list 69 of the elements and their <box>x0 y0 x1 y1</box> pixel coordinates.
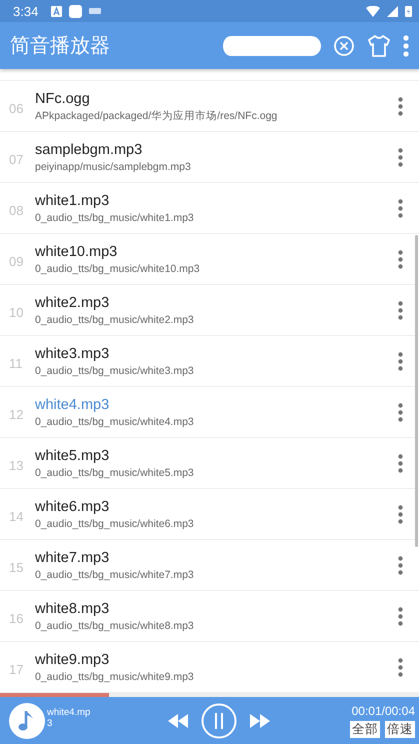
track-title[interactable]: white9.mp3 <box>35 650 398 670</box>
more-icon[interactable] <box>398 352 403 370</box>
status-time: 3:34 <box>13 4 38 18</box>
track-path: 0_audio_tts/bg_music/white10.mp3 <box>35 262 201 276</box>
more-icon[interactable] <box>403 34 409 56</box>
track-number: 07 <box>9 150 24 166</box>
app-title: 简音播放器 <box>10 34 111 59</box>
track-path: 0_audio_tts/bg_music/white6.mp3 <box>35 516 195 530</box>
track-title[interactable]: white4.mp3 <box>35 396 398 414</box>
player-button[interactable]: 全部 <box>350 720 380 738</box>
track-title[interactable]: samplebgm.mp3 <box>35 140 398 160</box>
track-number: 09 <box>9 252 24 268</box>
notification-icon <box>69 4 82 18</box>
track-path: 0_audio_tts/bg_music/white4.mp3 <box>35 414 195 428</box>
track-title[interactable]: white1.mp3 <box>35 192 398 210</box>
track-number: 11 <box>9 354 24 370</box>
wifi-icon <box>366 6 380 16</box>
more-icon[interactable] <box>398 556 403 574</box>
shirt-icon[interactable] <box>367 34 391 58</box>
track-number: 08 <box>9 202 24 218</box>
track-path: 0_audio_tts/bg_music/white7.mp3 <box>35 568 195 582</box>
more-icon[interactable] <box>398 504 403 524</box>
track-path: 0_audio_tts/bg_music/white5.mp3 <box>35 466 195 480</box>
track-number: 13 <box>9 456 24 472</box>
track-path: 0_audio_tts/bg_music/white3.mp3 <box>35 364 195 378</box>
pause-icon[interactable] <box>201 702 237 738</box>
player-button[interactable]: 倍速 <box>385 720 415 738</box>
track-number: 16 <box>9 610 24 626</box>
progress-track[interactable] <box>0 693 419 697</box>
more-icon[interactable] <box>398 250 403 268</box>
track-path: 0_audio_tts/bg_music/white2.mp3 <box>35 312 195 326</box>
now-playing-title: white4.mp3 <box>47 707 92 729</box>
clear-icon[interactable] <box>333 34 355 56</box>
track-title[interactable]: white7.mp3 <box>35 548 398 568</box>
more-icon[interactable] <box>398 198 403 218</box>
search-field[interactable] <box>221 36 321 56</box>
music-note-icon <box>9 702 45 738</box>
signal-icon <box>387 6 398 16</box>
fast-forward-icon[interactable] <box>249 712 271 728</box>
track-path: 0_audio_tts/bg_music/white8.mp3 <box>35 618 195 632</box>
track-path: peiyinapp/music/samplebgm.mp3 <box>35 160 192 174</box>
more-icon[interactable] <box>398 402 403 422</box>
track-number: 12 <box>9 406 24 422</box>
more-icon[interactable] <box>398 148 403 166</box>
rewind-icon[interactable] <box>167 712 189 728</box>
track-title[interactable]: white5.mp3 <box>35 446 398 466</box>
track-path: 0_audio_tts/bg_music/white9.mp3 <box>35 670 195 684</box>
playback-time: 00:01/00:04 <box>352 704 415 718</box>
keyboard-icon <box>89 8 102 14</box>
track-title[interactable]: NFc.ogg <box>35 90 398 108</box>
track-title[interactable]: white2.mp3 <box>35 294 398 312</box>
track-title[interactable]: white6.mp3 <box>35 498 398 516</box>
track-number: 10 <box>9 304 24 320</box>
track-number: 14 <box>9 508 24 524</box>
battery-icon <box>405 5 412 17</box>
track-title[interactable]: white10.mp3 <box>35 242 398 262</box>
more-icon[interactable] <box>398 96 403 116</box>
track-path: APkpackaged/packaged/华为应用市场/res/NFc.ogg <box>35 108 278 122</box>
track-path: 0_audio_tts/bg_music/white1.mp3 <box>35 210 195 224</box>
more-icon[interactable] <box>398 606 403 626</box>
track-number: 17 <box>9 660 24 676</box>
track-number: 06 <box>9 100 24 116</box>
track-title[interactable]: white8.mp3 <box>35 600 398 618</box>
notification-icon <box>51 6 62 16</box>
more-icon[interactable] <box>398 454 403 472</box>
more-icon[interactable] <box>398 300 403 320</box>
track-number: 15 <box>9 558 24 574</box>
track-title[interactable]: white3.mp3 <box>35 344 398 364</box>
more-icon[interactable] <box>398 658 403 676</box>
